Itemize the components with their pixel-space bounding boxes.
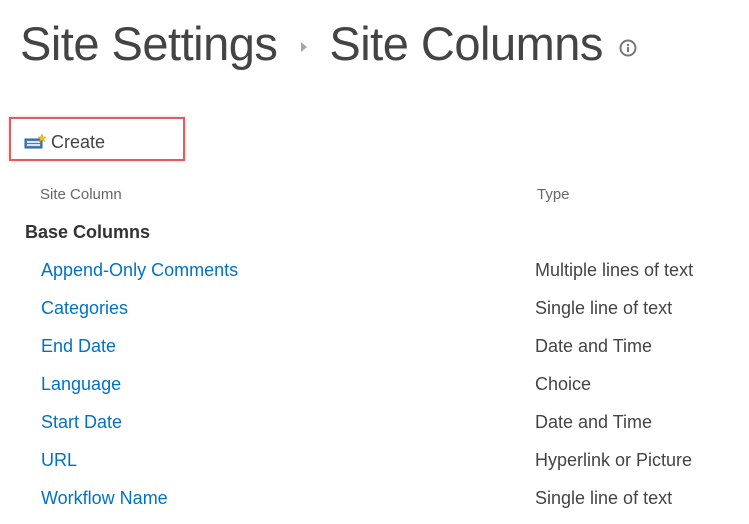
- group-heading: Base Columns: [25, 222, 151, 242]
- table-row: URL Hyperlink or Picture: [0, 448, 749, 486]
- column-header-site-column[interactable]: Site Column: [40, 186, 122, 203]
- column-type: Choice: [535, 374, 592, 394]
- column-header-type[interactable]: Type: [537, 186, 570, 203]
- column-link[interactable]: End Date: [41, 334, 116, 358]
- info-icon[interactable]: [619, 39, 637, 57]
- table-row: Language Choice: [0, 372, 749, 410]
- columns-list: Append-Only Comments Multiple lines of t…: [0, 258, 749, 524]
- table-row: Append-Only Comments Multiple lines of t…: [0, 258, 749, 296]
- column-type: Date and Time: [535, 336, 653, 356]
- create-button[interactable]: Create: [24, 130, 105, 154]
- column-type: Single line of text: [535, 298, 673, 318]
- column-type: Hyperlink or Picture: [535, 450, 693, 470]
- column-type: Single line of text: [535, 488, 673, 508]
- column-link[interactable]: Append-Only Comments: [41, 258, 238, 282]
- table-row: Start Date Date and Time: [0, 410, 749, 448]
- column-link[interactable]: Workflow Name: [41, 486, 168, 510]
- breadcrumb-site-settings[interactable]: Site Settings: [20, 12, 278, 76]
- column-link[interactable]: URL: [41, 448, 77, 472]
- column-link[interactable]: Categories: [41, 296, 128, 320]
- new-column-icon: [24, 133, 47, 150]
- column-link[interactable]: Language: [41, 372, 121, 396]
- breadcrumb-site-columns: Site Columns: [329, 17, 603, 70]
- column-type: Date and Time: [535, 412, 653, 432]
- create-label: Create: [51, 132, 106, 152]
- breadcrumb-separator-icon: [301, 42, 308, 52]
- table-row: Categories Single line of text: [0, 296, 749, 334]
- column-type: Multiple lines of text: [535, 260, 694, 280]
- table-row: Workflow Name Single line of text: [0, 486, 749, 524]
- page-title: Site Settings Site Columns: [20, 12, 637, 76]
- table-row: End Date Date and Time: [0, 334, 749, 372]
- column-link[interactable]: Start Date: [41, 410, 122, 434]
